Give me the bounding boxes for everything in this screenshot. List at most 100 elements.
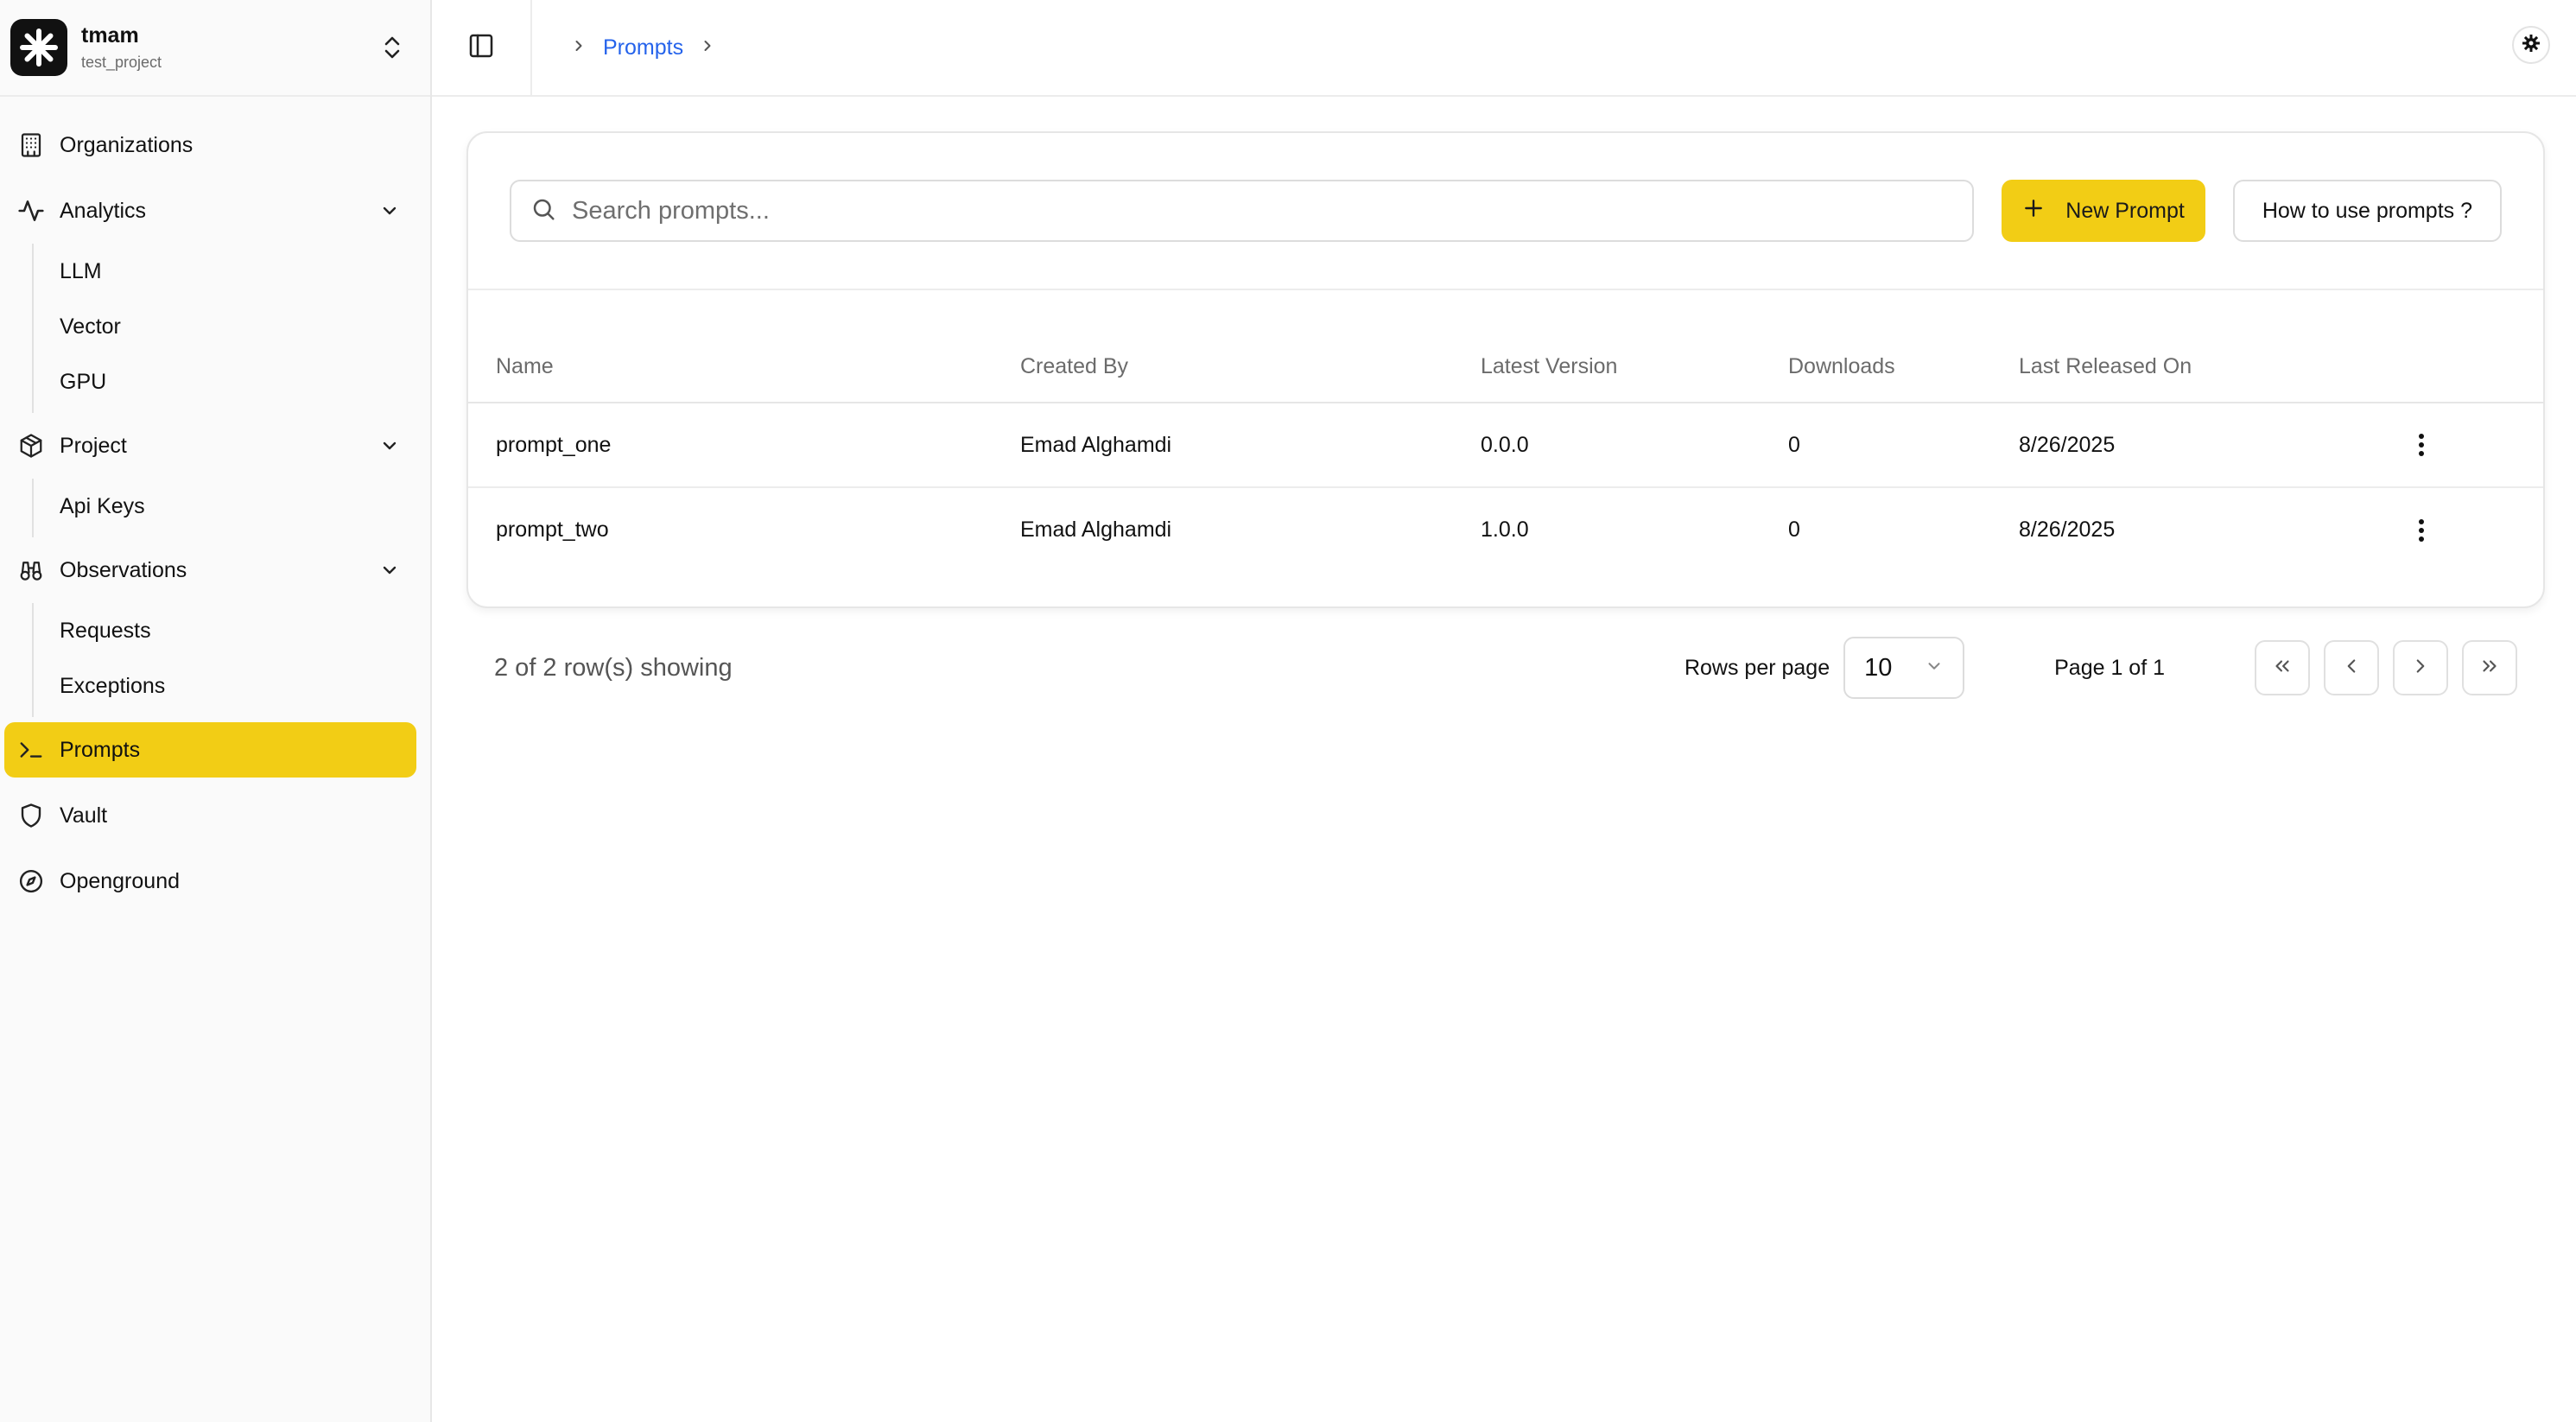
- analytics-submenu: LLM Vector GPU: [32, 244, 430, 413]
- cell-actions: [2404, 487, 2543, 572]
- column-header-created-by: Created By: [1020, 290, 1481, 403]
- sidebar-item-label: Project: [60, 433, 127, 458]
- chevron-right-icon: [2409, 655, 2432, 682]
- cell-created-by: Emad Alghamdi: [1020, 517, 1172, 542]
- chevrons-left-icon: [2271, 655, 2294, 682]
- sidebar-item-openground[interactable]: Openground: [4, 854, 416, 909]
- prompts-table: Name Created By Latest Version Downloads…: [468, 290, 2543, 572]
- sidebar-item-vault[interactable]: Vault: [4, 788, 416, 843]
- package-icon: [16, 431, 46, 460]
- chevron-left-icon: [2340, 655, 2363, 682]
- sidebar-item-label: Vault: [60, 803, 108, 828]
- new-prompt-button[interactable]: New Prompt: [2002, 180, 2205, 242]
- rows-per-page-label: Rows per page: [1684, 655, 1830, 680]
- column-header-downloads: Downloads: [1788, 290, 2019, 403]
- card-toolbar: New Prompt How to use prompts ?: [468, 133, 2543, 290]
- chevron-right-icon: [570, 36, 587, 60]
- column-header-actions: [2404, 290, 2543, 403]
- sidebar-item-label: Organizations: [60, 132, 194, 157]
- sidebar-item-label: Analytics: [60, 198, 147, 223]
- how-to-use-prompts-button[interactable]: How to use prompts ?: [2232, 180, 2502, 242]
- column-header-name: Name: [468, 290, 1020, 403]
- sidebar-item-prompts[interactable]: Prompts: [4, 722, 416, 778]
- rows-per-page-select[interactable]: 10: [1843, 637, 1965, 699]
- breadcrumb: Prompts: [532, 35, 716, 60]
- chevron-right-icon: [699, 36, 716, 60]
- topbar: Prompts: [432, 0, 2576, 97]
- terminal-icon: [16, 735, 46, 765]
- sidebar-item-vector[interactable]: Vector: [34, 299, 430, 354]
- column-header-latest-version: Latest Version: [1481, 290, 1788, 403]
- building-icon: [16, 130, 46, 160]
- prompts-card: New Prompt How to use prompts ? Name Cre…: [466, 131, 2545, 608]
- shield-icon: [16, 801, 46, 830]
- page-indicator: Page 1 of 1: [2054, 655, 2165, 680]
- sidebar-item-analytics[interactable]: Analytics: [4, 183, 416, 238]
- chevron-down-icon[interactable]: [375, 555, 404, 585]
- cell-actions: [2404, 403, 2543, 488]
- prompts-page: New Prompt How to use prompts ? Name Cre…: [432, 97, 2576, 727]
- cell-version: 1.0.0: [1481, 517, 1529, 542]
- compass-icon: [16, 867, 46, 896]
- row-count-summary: 2 of 2 row(s) showing: [494, 653, 733, 682]
- observations-submenu: Requests Exceptions: [32, 603, 430, 717]
- column-header-last-released-on: Last Released On: [2019, 290, 2404, 403]
- activity-icon: [16, 196, 46, 225]
- logo: [10, 19, 67, 76]
- sidebar-item-project[interactable]: Project: [4, 418, 416, 473]
- sidebar-item-llm[interactable]: LLM: [34, 244, 430, 299]
- cell-downloads: 0: [1788, 403, 2019, 488]
- sidebar: tmam test_project Organizations Analytic…: [0, 0, 432, 1422]
- next-page-button[interactable]: [2393, 640, 2448, 695]
- cell-version: 0.0.0: [1481, 403, 1788, 488]
- search-icon: [530, 196, 556, 226]
- chevrons-up-down-icon[interactable]: [375, 30, 409, 65]
- previous-page-button[interactable]: [2324, 640, 2379, 695]
- cell-downloads: 0: [1788, 517, 1800, 542]
- chevron-down-icon[interactable]: [375, 196, 404, 225]
- table-row[interactable]: prompt_one Emad Alghamdi 0.0.0 0 8/26/20…: [468, 403, 2543, 488]
- search-input[interactable]: [572, 196, 1954, 225]
- rows-per-page-value: 10: [1864, 653, 1893, 682]
- table-row[interactable]: prompt_two Emad Alghamdi 1.0.0 0 8/26/20…: [468, 487, 2543, 572]
- sidebar-item-api-keys[interactable]: Api Keys: [34, 479, 430, 534]
- binoculars-icon: [16, 555, 46, 585]
- cell-name: prompt_two: [496, 517, 609, 542]
- more-vertical-icon[interactable]: [2404, 513, 2439, 548]
- sidebar-item-organizations[interactable]: Organizations: [4, 117, 416, 173]
- sidebar-toggle-button[interactable]: [432, 0, 532, 96]
- project-name: test_project: [81, 54, 162, 71]
- gear-icon: [2521, 33, 2541, 58]
- more-vertical-icon[interactable]: [2404, 428, 2439, 462]
- breadcrumb-prompts[interactable]: Prompts: [603, 35, 683, 60]
- plus-icon: [2022, 197, 2045, 225]
- settings-button[interactable]: [2512, 26, 2550, 64]
- sidebar-item-gpu[interactable]: GPU: [34, 354, 430, 409]
- org-name: tmam: [81, 23, 139, 48]
- last-page-button[interactable]: [2462, 640, 2517, 695]
- sidebar-item-requests[interactable]: Requests: [34, 603, 430, 658]
- sidebar-nav: Organizations Analytics LLM Vector GPU P…: [0, 97, 430, 914]
- main-content: Prompts Search prompts... New Prompt How…: [432, 0, 2576, 1422]
- project-submenu: Api Keys: [32, 479, 430, 537]
- table-header-row: Name Created By Latest Version Downloads…: [468, 290, 2543, 403]
- cell-released: 8/26/2025: [2019, 403, 2404, 488]
- chevron-down-icon[interactable]: [375, 431, 404, 460]
- cell-released: 8/26/2025: [2019, 517, 2116, 542]
- sidebar-item-observations[interactable]: Observations: [4, 543, 416, 598]
- pagination-buttons: [2255, 640, 2517, 695]
- cell-created-by: Emad Alghamdi: [1020, 403, 1481, 488]
- sidebar-item-label: Observations: [60, 557, 187, 582]
- chevrons-right-icon: [2478, 655, 2501, 682]
- panel-left-icon: [467, 32, 495, 64]
- chevron-down-icon: [1925, 654, 1944, 682]
- cell-name: prompt_one: [468, 403, 1020, 488]
- new-prompt-label: New Prompt: [2065, 198, 2185, 223]
- sidebar-item-exceptions[interactable]: Exceptions: [34, 658, 430, 714]
- search-box[interactable]: [510, 180, 1975, 242]
- sidebar-item-label: Openground: [60, 868, 181, 893]
- first-page-button[interactable]: [2255, 640, 2310, 695]
- project-switcher[interactable]: tmam test_project: [0, 0, 430, 97]
- sidebar-item-label: Prompts: [60, 737, 141, 762]
- pagination: 2 of 2 row(s) showing Rows per page 10 P…: [466, 608, 2545, 727]
